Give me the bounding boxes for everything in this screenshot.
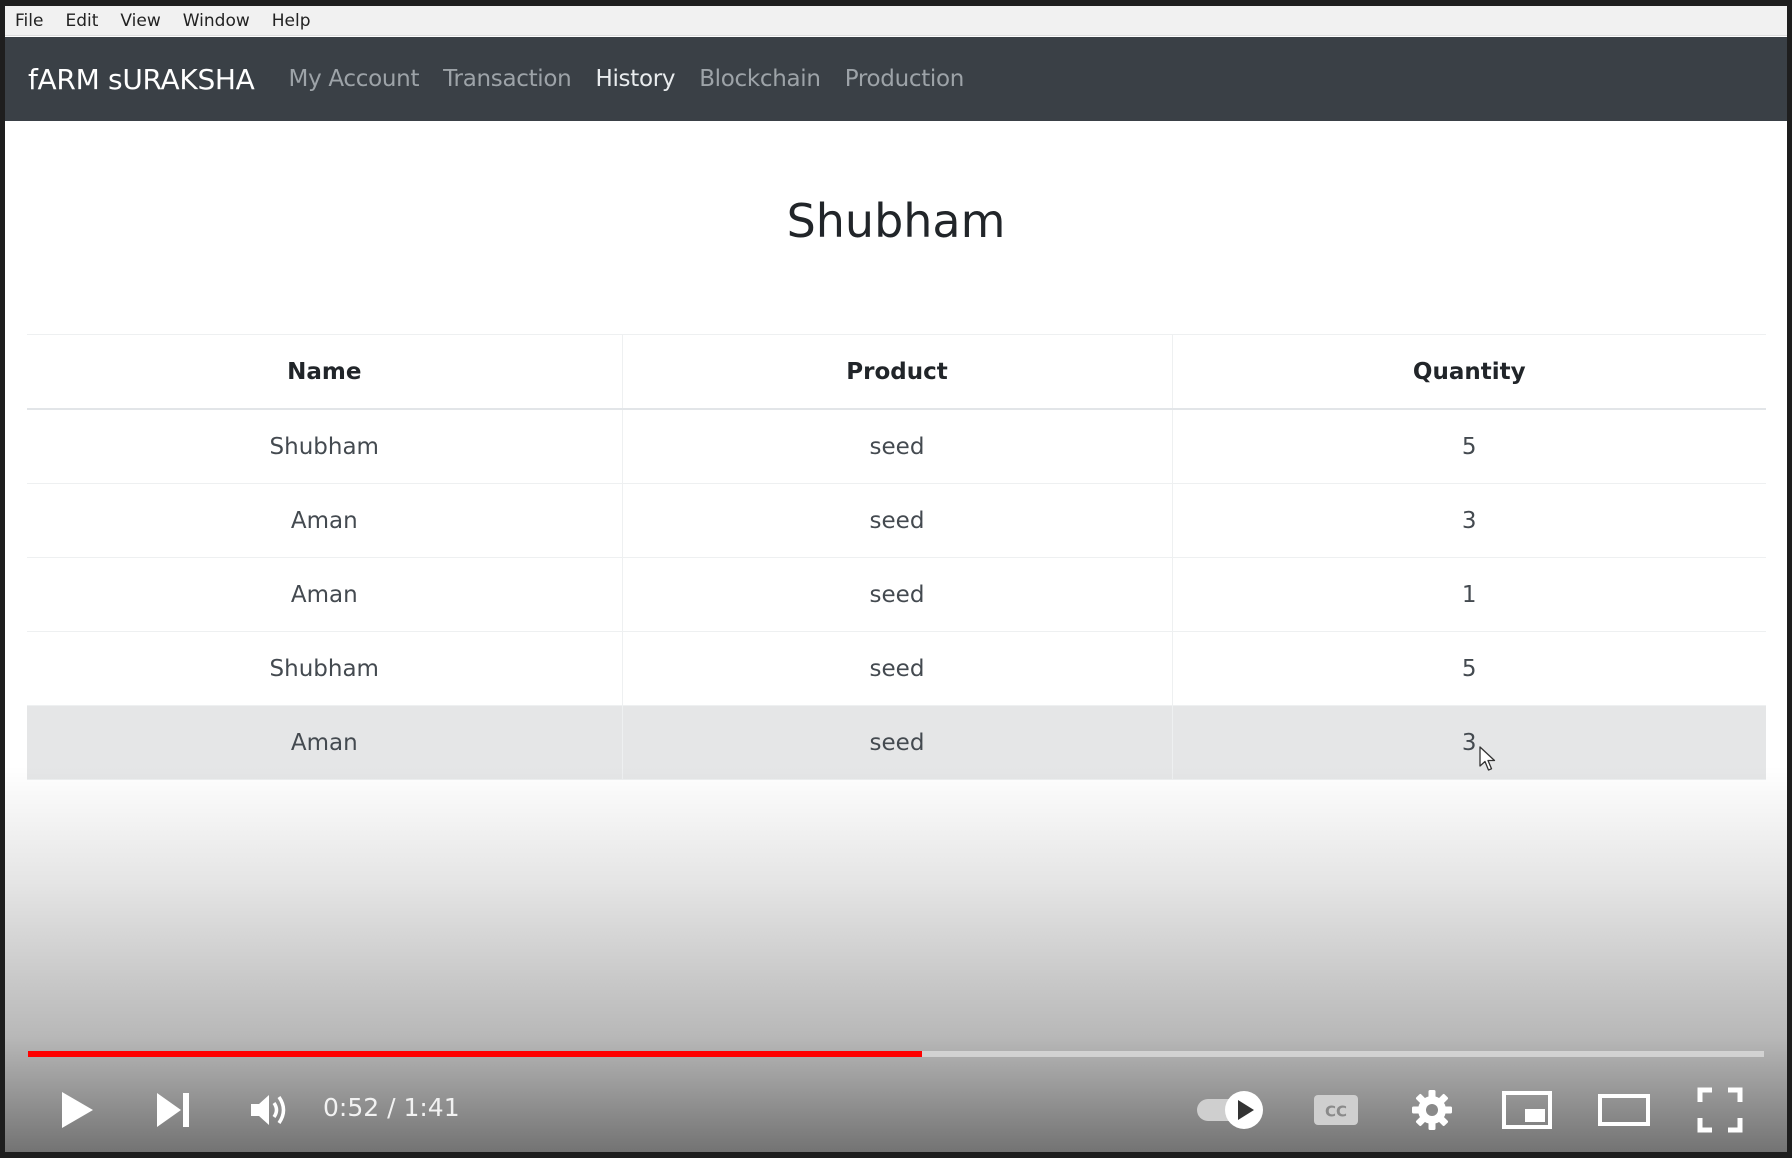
table-row: Shubham seed 5 xyxy=(27,409,1766,484)
play-icon xyxy=(62,1092,93,1128)
play-button[interactable] xyxy=(49,1084,105,1136)
nav-my-account[interactable]: My Account xyxy=(289,66,420,92)
menu-help[interactable]: Help xyxy=(270,9,313,33)
autoplay-toggle[interactable] xyxy=(1193,1084,1269,1136)
theater-mode-icon xyxy=(1598,1094,1650,1126)
nav-production[interactable]: Production xyxy=(845,66,965,92)
cell-quantity: 1 xyxy=(1172,557,1766,632)
volume-icon xyxy=(251,1095,286,1125)
table-row: Aman seed 3 xyxy=(27,705,1766,780)
menu-file[interactable]: File xyxy=(13,9,45,33)
cell-product: seed xyxy=(622,483,1173,558)
svg-text:CC: CC xyxy=(1325,1103,1347,1121)
menu-view[interactable]: View xyxy=(118,9,162,33)
next-button[interactable] xyxy=(145,1084,201,1136)
cell-product: seed xyxy=(622,409,1173,484)
cell-quantity: 5 xyxy=(1172,409,1766,484)
history-table: Name Product Quantity Shubham seed 5 Ama… xyxy=(27,334,1766,780)
column-header-product: Product xyxy=(622,334,1173,410)
captions-icon: CC xyxy=(1314,1095,1358,1125)
mouse-cursor-icon xyxy=(1479,746,1496,771)
cell-product: seed xyxy=(622,631,1173,706)
volume-button[interactable] xyxy=(241,1084,297,1136)
settings-icon xyxy=(1412,1090,1452,1130)
cell-name: Shubham xyxy=(27,631,623,706)
cell-name: Aman xyxy=(27,705,623,780)
column-header-name: Name xyxy=(27,334,623,410)
nav-history[interactable]: History xyxy=(595,66,675,92)
cell-quantity: 3 xyxy=(1172,483,1766,558)
nav-transaction[interactable]: Transaction xyxy=(443,66,572,92)
progress-bar[interactable] xyxy=(28,1051,1764,1057)
settings-button[interactable] xyxy=(1405,1084,1459,1136)
theater-mode-button[interactable] xyxy=(1595,1084,1653,1136)
cell-quantity: 3 xyxy=(1172,705,1766,780)
table-header-row: Name Product Quantity xyxy=(27,334,1766,410)
app-menu-bar: File Edit View Window Help xyxy=(5,6,1787,36)
captions-button[interactable]: CC xyxy=(1309,1084,1363,1136)
time-display: 0:52 / 1:41 xyxy=(323,1093,460,1122)
brand-logo[interactable]: fARM sURAKSHA xyxy=(28,63,255,96)
progress-bar-played xyxy=(28,1051,923,1057)
table-row: Shubham seed 5 xyxy=(27,631,1766,706)
cell-name: Aman xyxy=(27,483,623,558)
fullscreen-icon xyxy=(1697,1087,1743,1133)
table-row: Aman seed 1 xyxy=(27,557,1766,632)
cell-product: seed xyxy=(622,705,1173,780)
next-icon xyxy=(157,1093,189,1127)
page-title: Shubham xyxy=(786,194,1006,248)
column-header-quantity: Quantity xyxy=(1172,334,1766,410)
history-table-container: Name Product Quantity Shubham seed 5 Ama… xyxy=(27,334,1766,780)
miniplayer-icon xyxy=(1502,1091,1552,1129)
table-row: Aman seed 3 xyxy=(27,483,1766,558)
cell-name: Aman xyxy=(27,557,623,632)
cell-product: seed xyxy=(622,557,1173,632)
autoplay-toggle-icon xyxy=(1197,1091,1263,1129)
cell-name: Shubham xyxy=(27,409,623,484)
fullscreen-button[interactable] xyxy=(1693,1084,1747,1136)
menu-window[interactable]: Window xyxy=(181,9,252,33)
miniplayer-button[interactable] xyxy=(1499,1084,1555,1136)
site-navbar: fARM sURAKSHA My Account Transaction His… xyxy=(5,37,1787,121)
menu-edit[interactable]: Edit xyxy=(63,9,100,33)
video-frame: File Edit View Window Help fARM sURAKSHA… xyxy=(5,6,1787,1152)
nav-blockchain[interactable]: Blockchain xyxy=(699,66,821,92)
cell-quantity: 5 xyxy=(1172,631,1766,706)
